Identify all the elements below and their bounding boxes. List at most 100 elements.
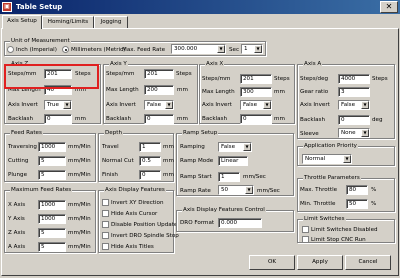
axis-y-backlash-unit: mm	[177, 116, 188, 122]
depth-title: Depth	[104, 129, 124, 137]
axis-x-invert-value: False	[243, 102, 258, 108]
max-throttle-input[interactable]: 80	[346, 185, 368, 195]
axis-a-backlash-label: Backlash	[300, 117, 326, 123]
normal-cut-unit: mm	[163, 158, 174, 164]
ramping-select[interactable]: False ▼	[218, 142, 252, 152]
traversing-input[interactable]: 1000	[38, 142, 66, 152]
normal-cut-label: Normal Cut	[102, 158, 134, 164]
ramp-rate-select[interactable]: 50 ▼	[218, 185, 254, 195]
chevron-down-icon: ▼	[217, 45, 225, 53]
max-y-unit: mm/Min	[68, 216, 91, 222]
limit-disabled-checkbox[interactable]	[302, 226, 309, 233]
axis-z-backlash-input[interactable]: 0	[44, 114, 72, 124]
max-a-input[interactable]: 5	[38, 242, 66, 252]
mm-label: Millimeters (Metric)	[71, 47, 126, 53]
tab-jogging[interactable]: Jogging	[94, 16, 128, 28]
ramp-mode-input[interactable]: Linear	[218, 156, 248, 166]
travel-input[interactable]: 1	[139, 142, 161, 152]
throttle-title: Throttle Parameters	[303, 174, 361, 182]
axis-a-sleeve-select[interactable]: None ▼	[338, 128, 370, 138]
rate-label: Sec	[229, 47, 240, 53]
max-feed-select[interactable]: 300.000 ▼	[171, 44, 226, 54]
axis-z-invert-select[interactable]: True ▼	[44, 100, 72, 110]
axis-y-steps-suffix: Steps	[176, 71, 192, 77]
max-a-label: A Axis	[8, 244, 26, 250]
max-y-input[interactable]: 1000	[38, 214, 66, 224]
max-z-input[interactable]: 5	[38, 228, 66, 238]
ramp-rate-unit: mm/Sec	[257, 188, 280, 194]
axis-x-invert-select[interactable]: False ▼	[240, 100, 272, 110]
dro-format-label: DRO Format	[180, 220, 215, 226]
plunge-unit: mm/Min	[68, 172, 91, 178]
axis-a-backlash-input[interactable]: 0	[338, 115, 370, 125]
axis-a-gear-input[interactable]: 3	[338, 87, 370, 97]
chevron-down-icon: ▼	[263, 101, 271, 109]
axis-y-invert-select[interactable]: False ▼	[144, 100, 174, 110]
dro-format-input[interactable]: 0.000	[218, 218, 262, 228]
ramping-value: False	[221, 144, 236, 150]
axis-a-steps-label: Steps/deg	[300, 76, 329, 82]
max-z-unit: mm/Min	[68, 230, 91, 236]
axis-y-backlash-input[interactable]: 0	[144, 114, 174, 124]
ok-button[interactable]: OK	[249, 255, 295, 270]
normal-cut-input[interactable]: 0.5	[139, 156, 161, 166]
inch-radio[interactable]	[7, 46, 14, 53]
max-a-unit: mm/Min	[68, 244, 91, 250]
measurement-group-title: Unit of Measurement	[10, 37, 71, 45]
axis-x-maxlen-input[interactable]: 300	[240, 87, 272, 97]
min-throttle-input[interactable]: 50	[346, 199, 368, 209]
rate-select[interactable]: 1 ▼	[241, 44, 263, 54]
axis-z-invert-value: True	[47, 102, 59, 108]
axis-x-steps-suffix: Steps	[274, 76, 290, 82]
ramping-label: Ramping	[180, 144, 205, 150]
finish-unit: mm	[163, 172, 174, 178]
axis-y-steps-label: Steps/mm	[106, 71, 135, 77]
axis-x-maxlen-label: Max Length	[202, 89, 235, 95]
axis-y-invert-value: False	[147, 102, 162, 108]
table-setup-window: ▣ Table Setup ✕ Axis Setup Homing/Limits…	[0, 0, 400, 278]
max-throttle-unit: %	[371, 187, 377, 193]
max-feed-label: Max. Feed Rate	[122, 47, 166, 53]
axis-y-maxlen-input[interactable]: 200	[144, 85, 174, 95]
invert-dro-checkbox[interactable]	[102, 232, 109, 239]
limit-stop-checkbox[interactable]	[302, 236, 309, 243]
tab-axis-setup[interactable]: Axis Setup	[2, 15, 42, 29]
app-priority-select[interactable]: Normal ▼	[302, 154, 352, 164]
ramp-start-input[interactable]: 1	[218, 172, 240, 182]
chevron-down-icon: ▼	[243, 143, 251, 151]
travel-label: Travel	[102, 144, 119, 150]
axis-x-backlash-input[interactable]: 0	[240, 114, 272, 124]
mm-radio[interactable]	[62, 46, 69, 53]
axis-a-gear-label: Gear ratio	[300, 89, 329, 95]
axis-a-steps-input[interactable]: 4000	[338, 74, 370, 84]
hide-cursor-checkbox[interactable]	[102, 210, 109, 217]
hide-titles-checkbox[interactable]	[102, 243, 109, 250]
axis-a-invert-select[interactable]: False ▼	[338, 100, 370, 110]
chevron-down-icon: ▼	[245, 186, 253, 194]
axis-x-steps-input[interactable]: 201	[240, 74, 272, 84]
disable-update-label: Disable Position Update	[111, 222, 178, 228]
invert-xy-checkbox[interactable]	[102, 199, 109, 206]
cutting-input[interactable]: 5	[38, 156, 66, 166]
close-button[interactable]: ✕	[380, 1, 398, 13]
disable-update-checkbox[interactable]	[102, 221, 109, 228]
min-throttle-unit: %	[371, 201, 377, 207]
tab-homing-limits[interactable]: Homing/Limits	[42, 16, 94, 28]
min-throttle-label: Min. Throttle	[300, 201, 336, 207]
ramp-title: Ramp Setup	[182, 129, 219, 137]
finish-input[interactable]: 0	[139, 170, 161, 180]
limit-stop-label: Limit Stop CNC Run	[311, 237, 366, 243]
cancel-button[interactable]: Cancel	[345, 255, 391, 270]
axis-x-backlash-label: Backlash	[202, 116, 228, 122]
max-x-input[interactable]: 1000	[38, 200, 66, 210]
axis-y-steps-input[interactable]: 201	[144, 69, 174, 79]
plunge-input[interactable]: 5	[38, 170, 66, 180]
limit-switches-title: Limit Switches	[303, 215, 346, 223]
axis-a-steps-suffix: Steps	[372, 76, 388, 82]
ramp-mode-label: Ramp Mode	[180, 158, 214, 164]
axis-a-sleeve-label: Sleeve	[300, 131, 319, 137]
apply-button[interactable]: Apply	[297, 255, 343, 270]
invert-dro-label: Invert DRO Spindle Stop	[111, 233, 179, 239]
hide-cursor-label: Hide Axis Cursor	[111, 211, 158, 217]
axis-a-backlash-unit: deg	[372, 117, 383, 123]
